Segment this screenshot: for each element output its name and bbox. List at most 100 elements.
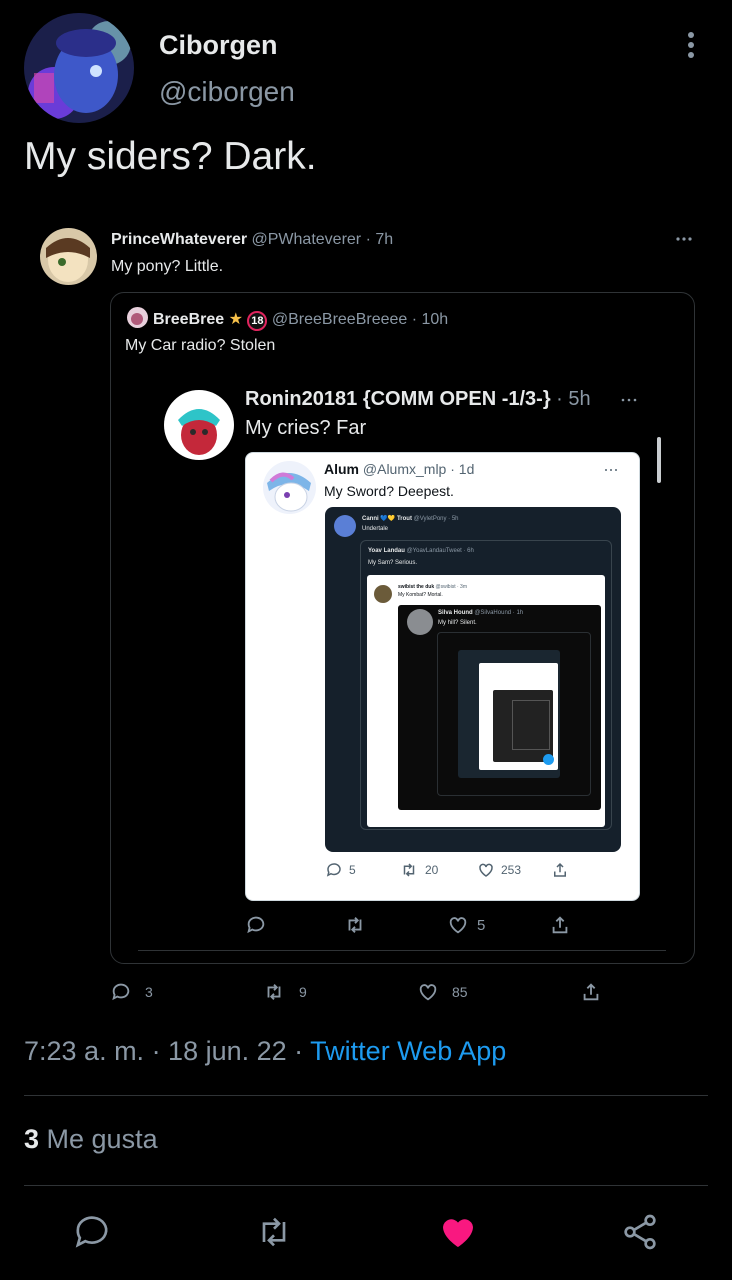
quote1-handle-time: @PWhateverer · 7h [247, 231, 394, 248]
likes-count: 3 [24, 1124, 40, 1154]
author-display-name[interactable]: Ciborgen [159, 30, 278, 61]
tweet-timestamp: 7:23 a. m. · 18 jun. 22 · Twitter Web Ap… [24, 1036, 506, 1067]
quote2-name[interactable]: BreeBree [153, 311, 224, 328]
quote5-name: Canni 💙💛 Trout [362, 516, 412, 522]
quote4-header: Alum @Alumx_mlp · 1d [324, 461, 474, 477]
author-handle[interactable]: @ciborgen [159, 76, 295, 108]
quote1-name[interactable]: PrinceWhateverer [111, 231, 247, 248]
retweet-icon [403, 863, 415, 877]
quote8-name: Silva Hound [438, 610, 473, 616]
quote2-text: My Car radio? Stolen [125, 337, 276, 354]
quote1-like-count: 85 [452, 984, 468, 1000]
heart-icon [449, 917, 467, 934]
quote3-avatar[interactable] [164, 390, 234, 460]
quote1-retweet-button[interactable]: 9 [262, 981, 307, 1003]
reply-icon [326, 863, 341, 877]
tweet-action-bar [0, 1210, 732, 1260]
share-icon [554, 862, 566, 877]
quote4-text: My Sword? Deepest. [324, 483, 454, 499]
compose-fab-icon [543, 754, 554, 765]
quote1-reply-count: 3 [145, 984, 153, 1000]
quote8-text: My hill? Silent. [438, 620, 477, 626]
quote3-more-icon[interactable] [620, 395, 638, 405]
quote8-handle-time: @SilvaHound · 1h [472, 610, 524, 616]
quote3-name[interactable]: Ronin20181 {COMM OPEN -1/3-} [245, 388, 551, 410]
heart-filled-icon [443, 1219, 473, 1247]
quote3-text: My cries? Far [245, 417, 367, 439]
quote3-like-button[interactable]: 5 [447, 914, 485, 936]
quote7-text: My Kombat? Mortal. [398, 592, 443, 598]
quote3-header: Ronin20181 {COMM OPEN -1/3-} · 5h [245, 388, 591, 411]
quote4-name[interactable]: Alum [324, 461, 359, 477]
quote7-handle-time: @swibist · 3m [434, 584, 467, 590]
quote8-header: Silva Hound @SilvaHound · 1h [438, 610, 523, 616]
quote1-reply-button[interactable]: 3 [110, 981, 153, 1003]
divider [24, 1095, 708, 1096]
quote3-handle-time: · 5h [550, 388, 591, 410]
divider [24, 1185, 708, 1186]
reply-icon [75, 1216, 108, 1248]
scrollbar[interactable] [657, 437, 661, 483]
retweet-button[interactable] [252, 1210, 296, 1254]
quote6-text: My Sam? Serious. [368, 560, 418, 566]
heart-icon [479, 863, 493, 877]
retweet-icon [267, 984, 281, 1000]
quote1-retweet-count: 9 [299, 984, 307, 1000]
share-icon [583, 983, 599, 1001]
quote1-more-icon[interactable] [674, 233, 694, 245]
reply-button[interactable] [70, 1210, 114, 1254]
heart-icon [419, 984, 437, 1001]
quote7-header: swibist the duk @swibist · 3m [398, 584, 467, 590]
quote7-name: swibist the duk [398, 584, 435, 590]
share-button[interactable] [618, 1210, 662, 1254]
quote2-header: BreeBree ★ 18 @BreeBreeBreeee · 10h [153, 309, 448, 331]
like-button[interactable] [436, 1210, 480, 1254]
crown-emoji-icon: ★ [228, 311, 243, 328]
quote1-header: PrinceWhateverer @PWhateverer · 7h [111, 231, 393, 249]
author-avatar[interactable] [24, 13, 134, 123]
quote2-handle-time: @BreeBreeBreeee · 10h [267, 311, 449, 328]
quote1-avatar[interactable] [40, 228, 97, 285]
quote3-retweet-button[interactable] [343, 914, 375, 936]
tweet-source-link[interactable]: Twitter Web App [310, 1036, 506, 1066]
reply-icon [247, 916, 265, 934]
more-options-icon[interactable] [680, 30, 702, 60]
quote4-share-button[interactable] [551, 861, 569, 879]
age-badge: 18 [247, 311, 268, 331]
quote1-like-button[interactable]: 85 [417, 981, 468, 1003]
quote2-avatar[interactable] [127, 307, 148, 328]
quote4-handle-time: @Alumx_mlp · 1d [359, 461, 475, 477]
quote4-like-button[interactable]: 253 [477, 861, 521, 879]
quote5-handle-time: @VyletPony · 5h [411, 516, 459, 522]
quote3-reply-button[interactable] [245, 914, 275, 936]
quote1-action-bar: 3 9 85 [110, 978, 610, 1006]
divider [138, 950, 666, 951]
quote1-share-button[interactable] [580, 981, 602, 1003]
quote3-action-bar: 5 [245, 910, 585, 940]
quote4-retweet-count: 20 [425, 863, 439, 877]
quote1-text: My pony? Little. [111, 258, 224, 275]
quote4-reply-button[interactable]: 5 [325, 861, 356, 879]
quote4-action-bar: 5 20 253 [325, 858, 625, 882]
quote4-more-icon[interactable] [604, 466, 618, 474]
quote6-name: Yoav Landau [368, 548, 405, 554]
tweet-text: My siders? Dark. [24, 135, 317, 178]
likes-summary[interactable]: 3 Me gusta [24, 1124, 158, 1155]
quote4-reply-count: 5 [349, 863, 356, 877]
likes-label: Me gusta [39, 1124, 158, 1154]
quote3-share-button[interactable] [549, 914, 571, 936]
quote6-header: Yoav Landau @YoavLandauTweet · 6h [368, 548, 474, 554]
quote4-avatar[interactable] [263, 461, 316, 514]
quote4-retweet-button[interactable]: 20 [399, 861, 438, 879]
share-icon [552, 916, 568, 934]
share-icon [624, 1214, 656, 1250]
quote5-avatar [334, 515, 356, 537]
retweet-icon [348, 917, 362, 933]
quote7-avatar [374, 585, 392, 603]
quote3-like-count: 5 [477, 916, 486, 934]
quote6-handle-time: @YoavLandauTweet · 6h [404, 548, 474, 554]
quote4-like-count: 253 [501, 863, 522, 877]
tweet-time[interactable]: 7:23 a. m. · 18 jun. 22 · [24, 1036, 310, 1066]
quote8-avatar [407, 609, 433, 635]
retweet-icon [262, 1217, 286, 1247]
